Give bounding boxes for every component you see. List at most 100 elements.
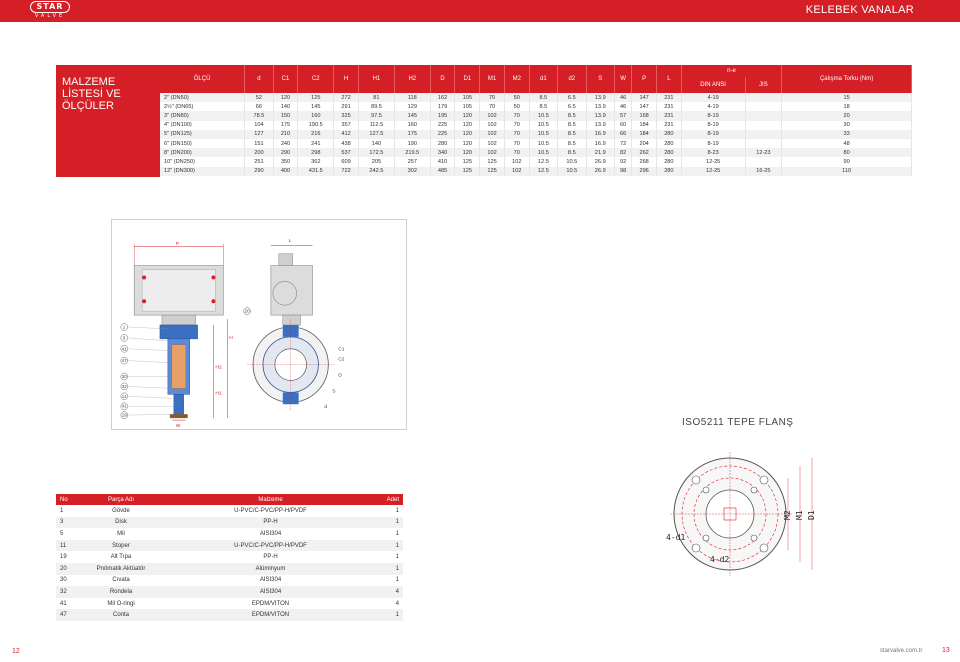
table-cell: 325 (333, 111, 359, 121)
table-cell: 8-19 (681, 129, 746, 139)
table-cell: 290 (273, 148, 299, 158)
table-cell: 81 (358, 93, 395, 103)
table-cell: 120 (454, 129, 481, 139)
table-cell: 251 (244, 157, 274, 167)
table-row: 47 Conta EPDM/VITON 1 (56, 609, 403, 621)
table-cell: 145 (297, 102, 335, 112)
table-cell: Stoper (76, 539, 166, 552)
table-cell: 13.9 (586, 93, 615, 103)
table-row: 1 Gövde U-PVC/C-PVC/PP-H/PVDF 1 (56, 505, 403, 517)
table-cell: 120 (454, 138, 481, 149)
table-cell: 66 (614, 129, 633, 139)
table-row: 6" (DN150) 151 240 241 438 140 190 280 120 102 70 1… (160, 138, 912, 149)
col-header-din-ansi: DIN ANSI (681, 77, 746, 93)
table-row: 41 Mil O-ringi EPDM/VITON 4 (56, 598, 403, 610)
table-cell: 537 (333, 148, 359, 158)
table-cell: 78.5 (244, 111, 274, 121)
table-cell: 127 (244, 129, 274, 139)
table-cell: 5 (60, 530, 64, 537)
table-cell (745, 138, 783, 149)
table-cell: 12.5 (529, 157, 559, 167)
table-cell: 1 (375, 609, 403, 621)
iso-flange-drawing: 4-d1 4-d2 M2 M1 D1 (666, 432, 826, 612)
col-header-p: P (631, 65, 657, 93)
table-cell: 280 (656, 148, 682, 158)
table-row: 19 Alt Tıpa PP-H 1 (56, 551, 403, 563)
table-row: 2½" (DN65) 66 140 145 291 89.5 129 179 105 70 50 8.… (160, 102, 912, 112)
col-header-m2: M2 (504, 65, 530, 93)
table-cell: 20 (56, 562, 76, 575)
table-cell: 8-19 (681, 120, 746, 130)
table-row: 5" (DN125) 127 210 216 412 127.5 175 225 120 102 7… (160, 129, 912, 139)
table-cell: 280 (656, 166, 682, 176)
table-cell: 1 (395, 507, 399, 514)
col-header-n-e: n-e (681, 65, 783, 77)
table-cell (745, 111, 783, 121)
table-row: 3" (DN80) 78.5 150 160 325 97.5 145 195 120 102 70… (160, 111, 912, 121)
table-cell: 1 (395, 530, 399, 537)
table-cell: EPDM/VITON (251, 600, 290, 607)
table-cell: 4 (395, 600, 399, 607)
table-cell: Mil O-ringi (107, 600, 135, 607)
col-header-size: ÖLÇÜ (160, 65, 246, 93)
table-row: 3 Disk PP-H 1 (56, 516, 403, 529)
callout-30: 30 (122, 374, 127, 379)
col-header-h: H (333, 65, 359, 93)
table-cell: 92 (614, 157, 633, 167)
table-cell: 140 (273, 102, 299, 112)
table-cell: 362 (297, 157, 335, 167)
website-link[interactable]: starvalve.com.tr (880, 648, 922, 654)
table-cell: 102 (479, 111, 505, 121)
table-cell: 219.5 (394, 148, 431, 158)
dim-label-p: P (176, 241, 180, 247)
table-cell: 257 (394, 157, 431, 167)
table-cell: 272 (333, 93, 359, 103)
table-cell: AISI304 (259, 577, 282, 584)
table-cell: 225 (430, 120, 456, 130)
table-cell: 70 (504, 120, 530, 130)
table-cell: 16.9 (586, 138, 615, 149)
table-cell: 48 (781, 138, 912, 149)
table-cell: 231 (656, 120, 682, 130)
table-cell: 1 (395, 554, 399, 561)
size-cell: 8" (DN200) (160, 148, 246, 158)
table-cell: 1 (375, 539, 403, 552)
table-cell: 30 (60, 577, 67, 584)
table-cell: 10.5 (529, 129, 559, 139)
table-cell: 70 (504, 148, 530, 158)
label-m2: M2 (783, 510, 792, 520)
table-cell: 125 (454, 166, 481, 176)
parts-list-body: 1 Gövde U-PVC/C-PVC/PP-H/PVDF 1 3 Disk PP-H 1 5 M… (56, 505, 403, 621)
table-cell: PP-H (263, 554, 278, 561)
table-cell: 340 (430, 148, 456, 158)
table-cell: 125 (479, 157, 505, 167)
table-cell: 97.5 (358, 111, 395, 121)
table-cell: 12.5 (529, 166, 559, 176)
table-cell: 32 (56, 586, 76, 598)
table-row: 32 Rondela AISI304 4 (56, 586, 403, 598)
callout-20: 20 (245, 309, 250, 314)
table-cell: 412 (333, 129, 359, 139)
table-cell: 302 (394, 166, 431, 176)
dim-label-h: H (229, 335, 233, 341)
dim-label-w: W (176, 423, 181, 429)
table-cell: 190.5 (297, 120, 335, 130)
label-4-d2: 4-d2 (710, 555, 729, 564)
table-cell: 46 (614, 93, 633, 103)
table-cell: 195 (430, 111, 456, 121)
table-cell: 291 (333, 102, 359, 112)
table-cell: 175 (273, 120, 299, 130)
col-header-dd: D (430, 65, 456, 93)
table-cell: 102 (479, 129, 505, 139)
table-cell: 722 (333, 166, 359, 176)
table-cell: 46 (614, 102, 633, 112)
table-cell: 13.9 (586, 111, 615, 121)
col-header-d1: D1 (454, 65, 481, 93)
page-number-left: 12 (12, 648, 20, 655)
table-cell: Mil (117, 530, 125, 537)
table-cell: 26.9 (586, 166, 615, 176)
table-cell: 4 (375, 586, 403, 598)
table-cell: Cıvata (112, 577, 130, 584)
table-cell: 262 (631, 148, 657, 158)
table-cell: 21.9 (586, 148, 615, 158)
